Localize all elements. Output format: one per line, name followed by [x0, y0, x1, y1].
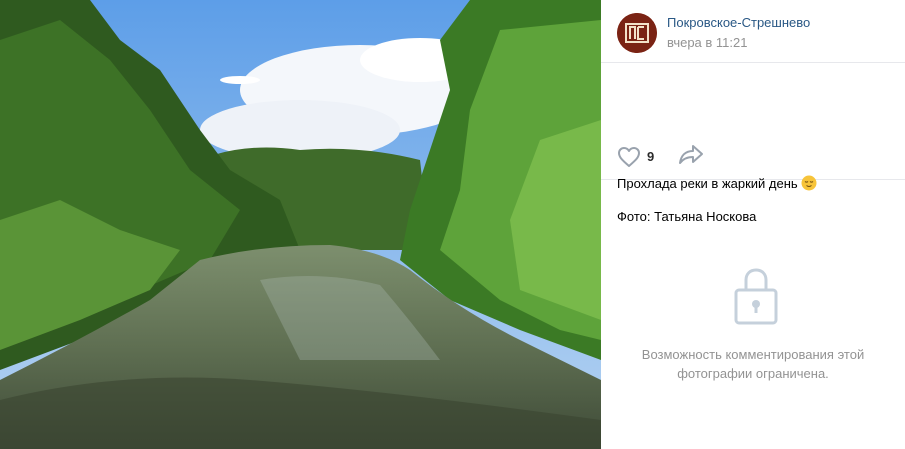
share-button[interactable] [678, 143, 704, 170]
author-name[interactable]: Покровское-Стрешнево [667, 15, 810, 30]
post-time[interactable]: вчера в 11:21 [667, 35, 747, 50]
like-button[interactable]: 9 [617, 146, 654, 168]
river-landscape-image [0, 0, 601, 449]
post-info: 9 Прохлада реки в жаркий день Фото: Тать… [601, 63, 905, 224]
post-actions: 9 [617, 143, 704, 170]
like-count: 9 [647, 149, 655, 164]
relieved-face-emoji [801, 175, 817, 191]
post-caption: Прохлада реки в жаркий день [617, 175, 817, 191]
avatar[interactable] [617, 13, 657, 53]
photo-credit: Фото: Татьяна Носкова [617, 209, 757, 224]
photo-viewer: Покровское-Стрешнево вчера в 11:21 9 Про… [0, 0, 905, 449]
post-header: Покровское-Стрешнево вчера в 11:21 [601, 0, 905, 63]
heart-icon [618, 146, 640, 167]
share-arrow-icon [679, 145, 704, 164]
caption-text: Прохлада реки в жаркий день [617, 176, 798, 191]
comments-disabled-notice: Возможность комментирования этой фотогра… [641, 347, 865, 381]
photo[interactable] [0, 0, 601, 449]
lock-icon [734, 268, 778, 325]
community-logo [617, 13, 657, 53]
post-sidebar: Покровское-Стрешнево вчера в 11:21 9 Про… [601, 0, 905, 449]
